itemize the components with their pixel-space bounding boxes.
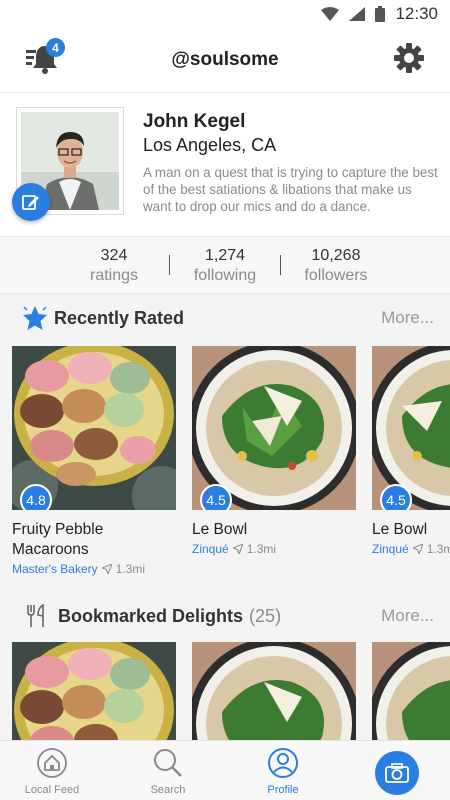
stat-divider (169, 255, 170, 275)
food-card[interactable] (12, 642, 176, 740)
camera-button[interactable] (375, 751, 419, 795)
stat-label: following (193, 266, 257, 284)
card-distance: 1.3mi (115, 562, 145, 576)
edit-profile-button[interactable] (12, 183, 50, 221)
notifications-button[interactable]: 4 (24, 38, 65, 76)
notification-badge: 4 (46, 38, 65, 57)
bookmarked-header: Bookmarked Delights (25) More... (0, 592, 450, 640)
section-title: Recently Rated (54, 307, 185, 328)
section-count: (25) (249, 605, 282, 626)
rating-badge: 4.5 (380, 484, 412, 510)
search-icon (154, 749, 182, 777)
recently-rated-list[interactable]: 4.8 Fruity Pebble Macaroons Master's Bak… (12, 346, 450, 586)
food-card[interactable]: 4.5 Le Bowl Zinqué 1.3mi (192, 346, 356, 556)
section-title: Bookmarked Delights (58, 605, 244, 626)
salad-bowl-image (192, 642, 356, 740)
recently-rated-more-link[interactable]: More... (381, 308, 434, 328)
profile-location: Los Angeles, CA (143, 135, 277, 155)
gear-icon (394, 43, 424, 73)
stat-following[interactable]: 1,274 following (174, 246, 276, 285)
profile-name: John Kegel (143, 111, 246, 132)
location-arrow-icon (232, 544, 243, 554)
card-meta: Zinqué 1.3mi (372, 542, 450, 556)
food-card[interactable]: 4.5 Le Bowl Zinqué 1.3mi (372, 346, 450, 556)
star-icon (23, 306, 47, 330)
tab-label: Local Feed (24, 784, 80, 796)
profile-card: John Kegel Los Angeles, CA A man on a qu… (0, 92, 450, 236)
stat-value: 1,274 (204, 246, 246, 264)
card-title: Le Bowl (372, 521, 428, 538)
stat-label: ratings (89, 266, 139, 284)
card-meta: Zinqué 1.3mi (192, 542, 356, 556)
settings-button[interactable] (394, 43, 424, 73)
profile-icon (268, 748, 298, 778)
food-card[interactable]: 4.8 Fruity Pebble Macaroons Master's Bak… (12, 346, 176, 576)
card-meta: Master's Bakery 1.3mi (12, 562, 176, 576)
camera-icon (385, 763, 409, 783)
edit-icon (22, 195, 39, 210)
card-place-link[interactable]: Zinqué (192, 542, 229, 556)
rating-badge: 4.5 (200, 484, 232, 510)
bottom-tab-bar: Local Feed Search Profile (0, 740, 450, 800)
bookmarked-list[interactable] (12, 642, 450, 740)
stat-divider (280, 255, 281, 275)
macarons-image: 4.8 (12, 346, 176, 510)
tab-label: Profile (267, 784, 299, 796)
stat-label: followers (304, 266, 368, 284)
location-arrow-icon (101, 564, 112, 574)
tab-search[interactable]: Search (123, 747, 213, 796)
salad-bowl-image: 4.5 (372, 346, 450, 510)
location-arrow-icon (412, 544, 423, 554)
stat-value: 324 (100, 246, 128, 264)
card-title: Le Bowl (192, 521, 248, 538)
card-place-link[interactable]: Zinqué (372, 542, 409, 556)
card-title: Fruity Pebble Macaroons (12, 521, 104, 558)
profile-bio: A man on a quest that is trying to captu… (143, 165, 438, 214)
wifi-icon (321, 7, 340, 21)
fork-knife-icon (27, 604, 44, 627)
rating-badge: 4.8 (20, 484, 52, 510)
stat-followers[interactable]: 10,268 followers (285, 246, 387, 285)
stat-value: 10,268 (311, 246, 361, 264)
food-card[interactable] (192, 642, 356, 740)
salad-bowl-image (372, 642, 450, 740)
status-bar: 12:30 (0, 0, 450, 28)
tab-profile[interactable]: Profile (238, 747, 328, 796)
tab-label: Search (150, 784, 186, 796)
card-distance: 1.3mi (246, 542, 277, 556)
tab-local-feed[interactable]: Local Feed (7, 747, 97, 796)
card-distance: 1.3mi (426, 542, 450, 556)
macarons-image (12, 642, 176, 740)
food-card[interactable] (372, 642, 450, 740)
signal-icon (349, 7, 366, 21)
battery-icon (375, 6, 386, 22)
status-time: 12:30 (395, 4, 438, 23)
page-title: @soulsome (171, 49, 279, 70)
stat-ratings[interactable]: 324 ratings (63, 246, 165, 285)
card-place-link[interactable]: Master's Bakery (12, 562, 98, 576)
bookmarked-more-link[interactable]: More... (381, 606, 434, 626)
salad-bowl-image: 4.5 (192, 346, 356, 510)
recently-rated-header: Recently Rated More... (0, 294, 450, 342)
app-header: 4 @soulsome (0, 28, 450, 92)
home-icon (37, 748, 67, 778)
profile-stats: 324 ratings 1,274 following 10,268 follo… (0, 236, 450, 294)
